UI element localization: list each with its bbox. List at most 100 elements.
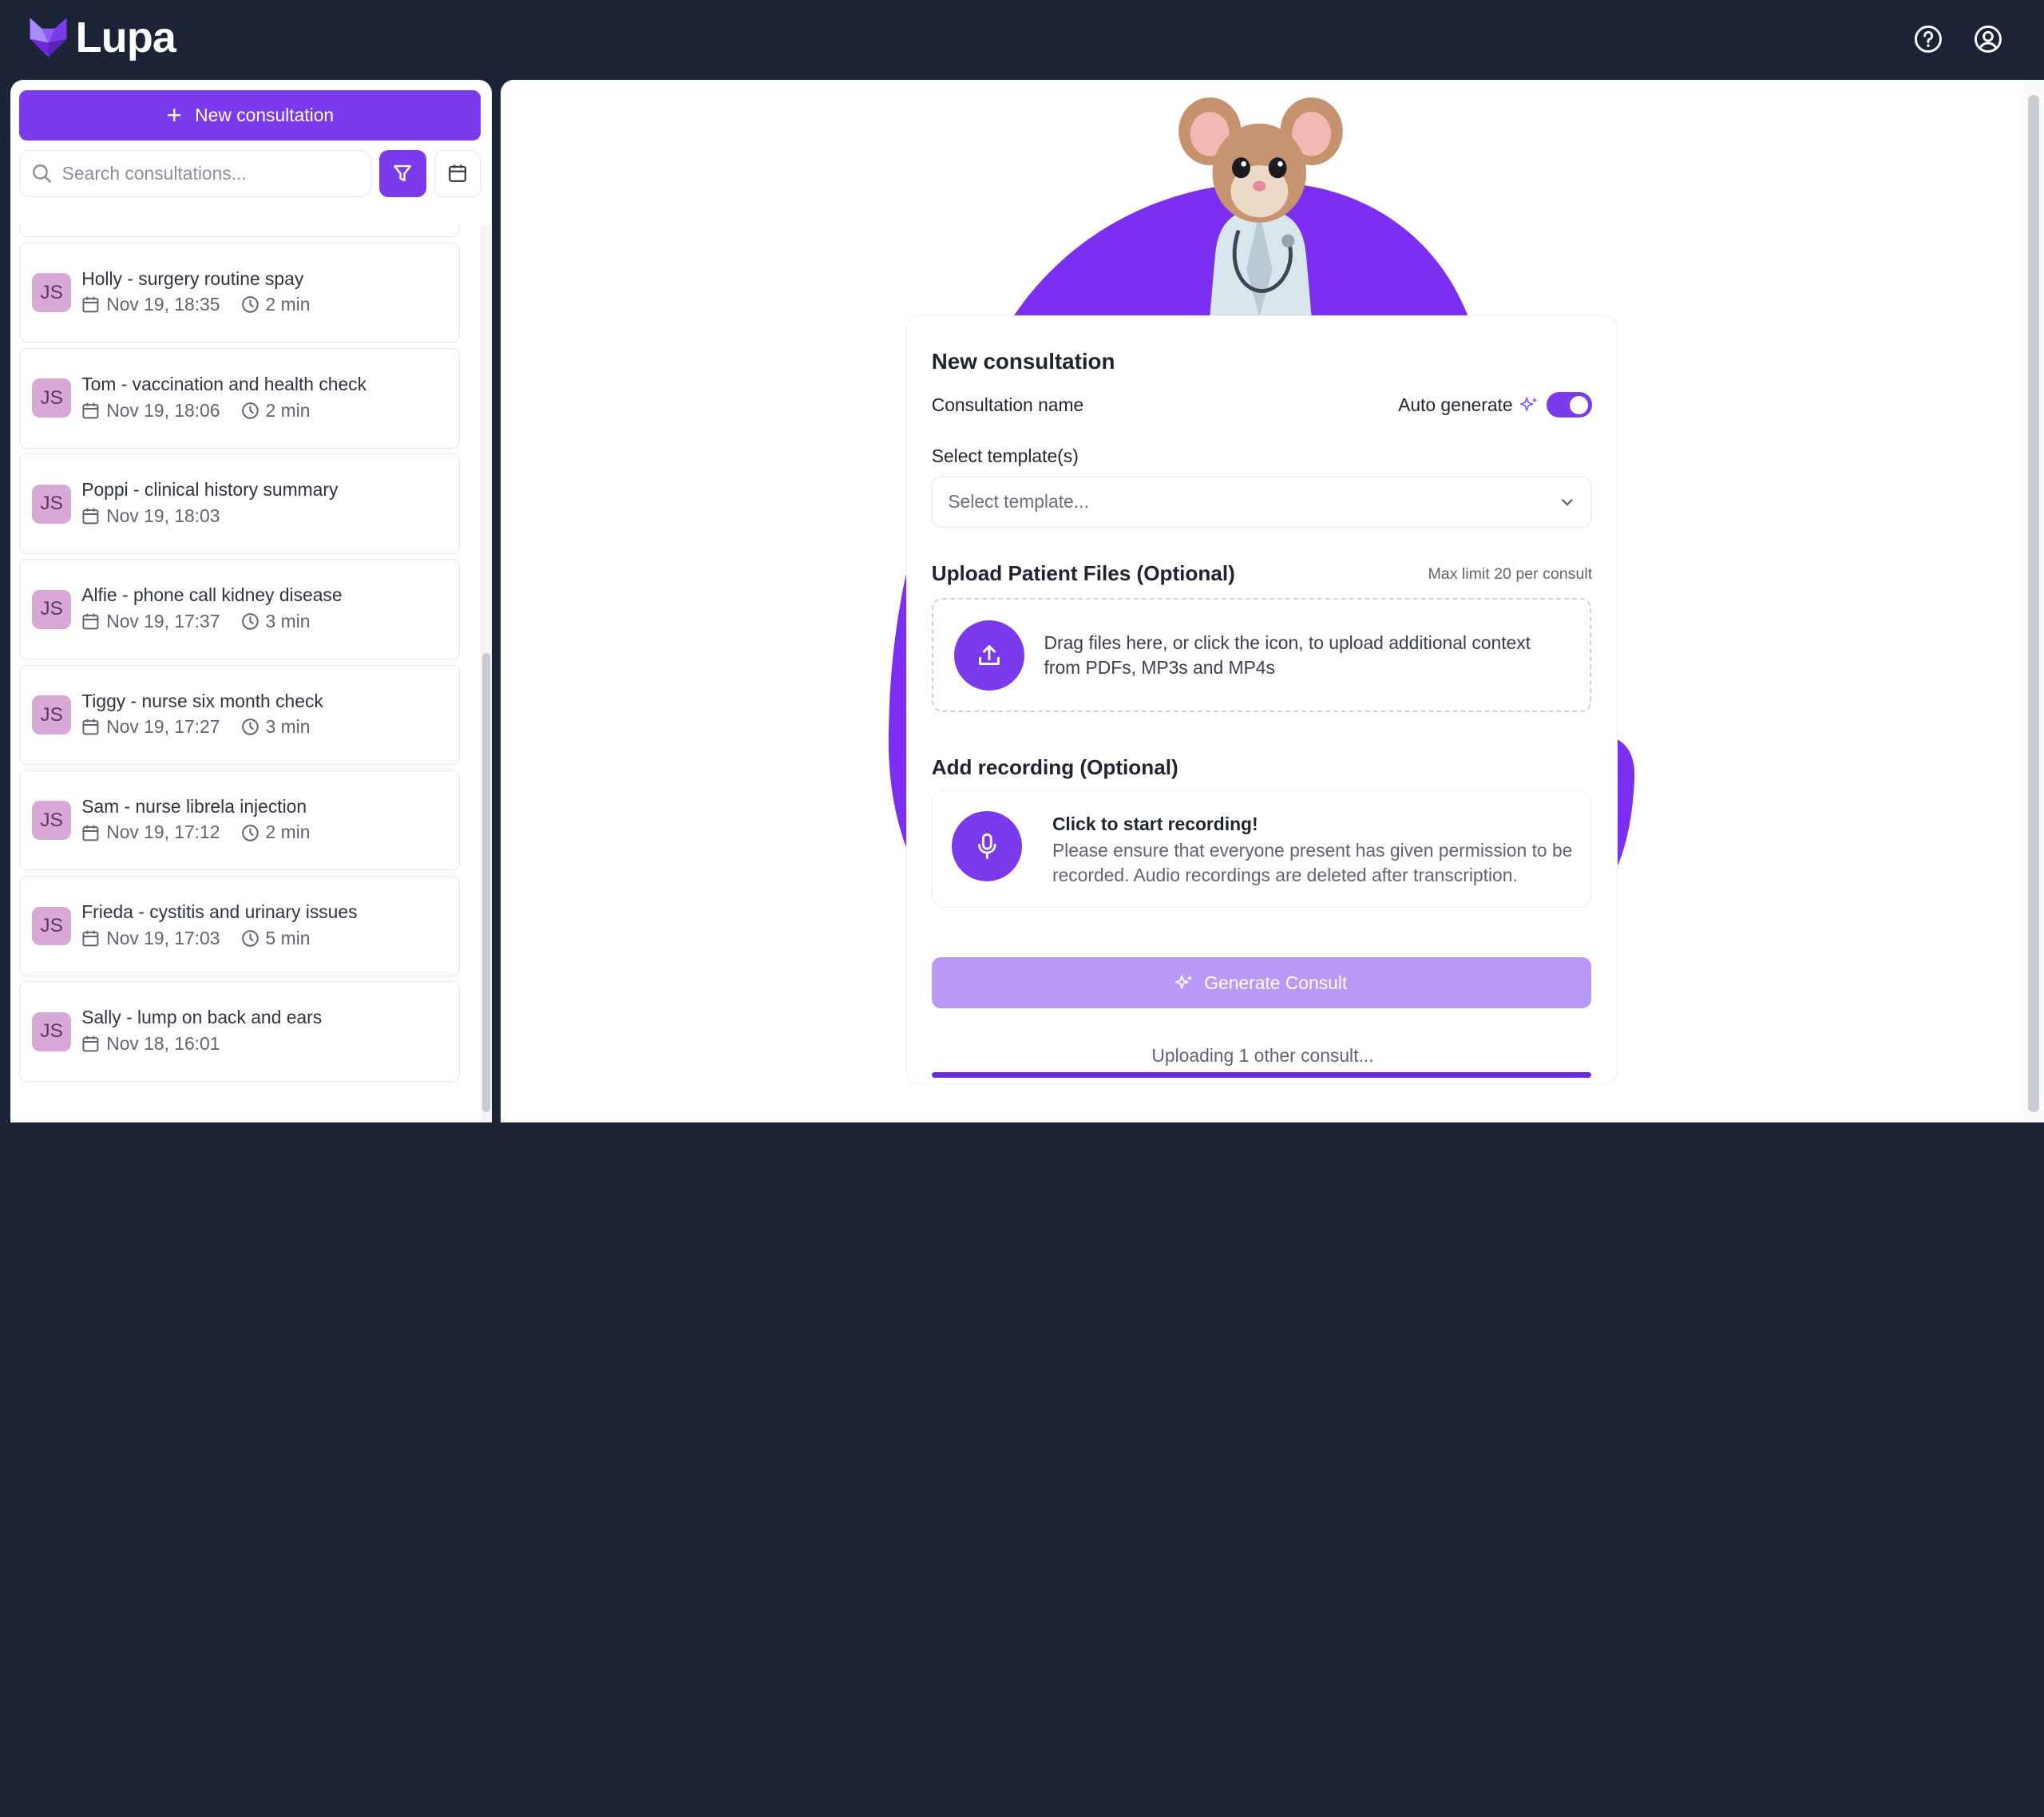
avatar: JS <box>32 1011 72 1051</box>
consultation-duration: 2 min <box>265 399 311 421</box>
top-bar: Lupa <box>0 0 2044 81</box>
sidebar-scroll-thumb[interactable] <box>482 652 490 1112</box>
consultation-meta: Nov 18, 16:01 <box>81 1033 220 1055</box>
dropzone-text: Drag files here, or click the icon, to u… <box>1044 631 1531 678</box>
consultation-meta: Nov 19, 17:03 5 min <box>81 928 310 949</box>
recording-notice: Please ensure that everyone present has … <box>1052 840 1573 886</box>
consultation-list-item[interactable]: JS Alfie - phone call kidney disease Nov 1… <box>19 559 461 660</box>
calendar-icon <box>82 613 99 630</box>
template-label: Select template(s) <box>931 445 1079 466</box>
calendar-icon <box>82 825 99 841</box>
chevron-down-icon <box>1561 499 1573 506</box>
consultation-list-item[interactable]: JS Sam - nurse librela injection Nov 19, 1… <box>19 770 461 871</box>
record-button[interactable] <box>952 810 1023 882</box>
consultation-date: Nov 19, 17:27 <box>106 716 220 738</box>
plus-icon: + <box>166 100 182 130</box>
avatar: JS <box>32 484 72 524</box>
consultation-date: Nov 19, 18:06 <box>106 399 220 421</box>
sparkle-icon <box>1175 975 1193 989</box>
consultation-date: Nov 19, 18:03 <box>106 505 220 526</box>
consultation-meta: Nov 19, 17:27 3 min <box>81 716 310 738</box>
auto-generate-row: Auto generate <box>1398 391 1593 418</box>
clock-icon <box>241 718 259 735</box>
consultation-date: Nov 18, 16:01 <box>106 1032 220 1054</box>
consultation-list-item[interactable]: JSNov 19, 18:4290 sec <box>19 225 461 238</box>
consultation-meta: Nov 19, 17:12 2 min <box>81 821 310 843</box>
template-select-placeholder: Select template... <box>948 491 1089 513</box>
search-input[interactable] <box>61 162 349 184</box>
avatar: JS <box>32 906 72 946</box>
consultation-meta: Nov 19, 18:06 2 min <box>81 400 310 422</box>
consultation-duration: 3 min <box>265 610 311 631</box>
consultation-date: Nov 19, 17:12 <box>106 821 220 843</box>
consultation-title: Poppi - clinical history summary <box>81 479 339 501</box>
new-consultation-button[interactable]: + New consultation <box>19 89 481 141</box>
consultation-list-item[interactable]: JS Frieda - cystitis and urinary issues No… <box>19 875 461 976</box>
upload-limit-text: Max limit 20 per consult <box>1428 564 1593 583</box>
consultation-list-item[interactable]: JS Poppi - clinical history summary Nov 19… <box>19 453 461 554</box>
new-consultation-label: New consultation <box>195 104 335 125</box>
fox-logo-icon <box>30 18 67 57</box>
calendar-button[interactable] <box>434 149 481 197</box>
upload-button[interactable] <box>953 620 1024 691</box>
consultation-date: Nov 19, 17:37 <box>106 610 220 631</box>
new-consultation-card: New consultation Consultation name Auto … <box>905 315 1618 1085</box>
upload-section-title: Upload Patient Files (Optional) <box>931 561 1235 586</box>
lupa-logo[interactable]: Lupa <box>29 13 176 61</box>
recording-cta: Click to start recording! <box>1052 813 1258 835</box>
clock-icon <box>241 296 259 314</box>
filter-icon <box>394 164 412 182</box>
consultation-duration: 3 min <box>265 716 311 738</box>
consultation-title: Holly - surgery routine spay <box>81 267 304 289</box>
consultation-title: Alfie - phone call kidney disease <box>81 584 343 606</box>
recording-section-title: Add recording (Optional) <box>931 755 1178 780</box>
main-scroll-thumb[interactable] <box>2028 95 2039 1112</box>
search-icon <box>32 164 51 183</box>
calendar-icon <box>82 402 99 419</box>
consultation-duration: 5 min <box>265 927 311 948</box>
sparkle-icon <box>1520 397 1538 411</box>
consultation-meta: Nov 19, 17:37 3 min <box>81 611 310 632</box>
file-dropzone[interactable]: Drag files here, or click the icon, to u… <box>931 597 1591 713</box>
help-icon[interactable] <box>1914 25 1943 53</box>
recording-panel[interactable]: Click to start recording! Please ensure … <box>931 790 1591 908</box>
consultation-list-item[interactable]: JS Holly - surgery routine spay Nov 19, 18… <box>19 242 461 343</box>
consultation-date: Nov 19, 18:35 <box>106 294 220 315</box>
upload-icon <box>979 645 1000 666</box>
uploading-status: Uploading 1 other consult... <box>1151 1044 1374 1066</box>
consultation-duration: 2 min <box>265 294 311 315</box>
consultation-meta: Nov 19, 18:35 2 min <box>81 294 310 315</box>
consultation-title: Sally - lump on back and ears <box>81 1007 323 1028</box>
calendar-icon <box>82 297 99 313</box>
consultation-title: Tiggy - nurse six month check <box>81 690 323 711</box>
avatar: JS <box>32 695 72 735</box>
auto-generate-toggle[interactable] <box>1547 391 1593 418</box>
consultation-sidebar: + New consultation JSNov 19, 18:4290 sec… <box>10 79 492 1122</box>
card-title: New consultation <box>931 348 1115 374</box>
consultation-name-label: Consultation name <box>931 394 1084 416</box>
consultation-list-item[interactable]: JS Tom - vaccination and health check Nov … <box>19 347 461 449</box>
consultation-list[interactable]: JSNov 19, 18:4290 sec JS Holly - surgery r… <box>19 225 462 1122</box>
generate-consult-label: Generate Consult <box>1204 972 1348 993</box>
calendar-icon <box>82 718 99 735</box>
calendar-icon <box>82 508 99 525</box>
avatar: JS <box>32 378 72 418</box>
clock-icon <box>241 824 259 841</box>
generate-consult-button[interactable]: Generate Consult <box>931 957 1591 1009</box>
consultation-list-item[interactable]: JS Tiggy - nurse six month check Nov 19, 1… <box>19 664 461 766</box>
auto-generate-label: Auto generate <box>1398 394 1513 415</box>
clock-icon <box>241 402 259 419</box>
calendar-icon <box>449 164 466 183</box>
account-icon[interactable] <box>1974 25 2002 53</box>
template-select[interactable]: Select template... <box>931 476 1591 528</box>
main-scrollbar[interactable] <box>2022 79 2044 1122</box>
app-name: Lupa <box>75 13 176 61</box>
avatar: JS <box>32 273 72 313</box>
upload-progress-bar <box>931 1072 1591 1078</box>
sidebar-scrollbar[interactable] <box>481 225 492 1122</box>
consultation-list-item[interactable]: JS Sally - lump on back and ears Nov 18, 1… <box>19 981 461 1082</box>
consultation-title: Sam - nurse librela injection <box>81 795 307 817</box>
search-box[interactable] <box>19 149 372 197</box>
filter-button[interactable] <box>379 149 426 197</box>
clock-icon <box>241 613 259 630</box>
